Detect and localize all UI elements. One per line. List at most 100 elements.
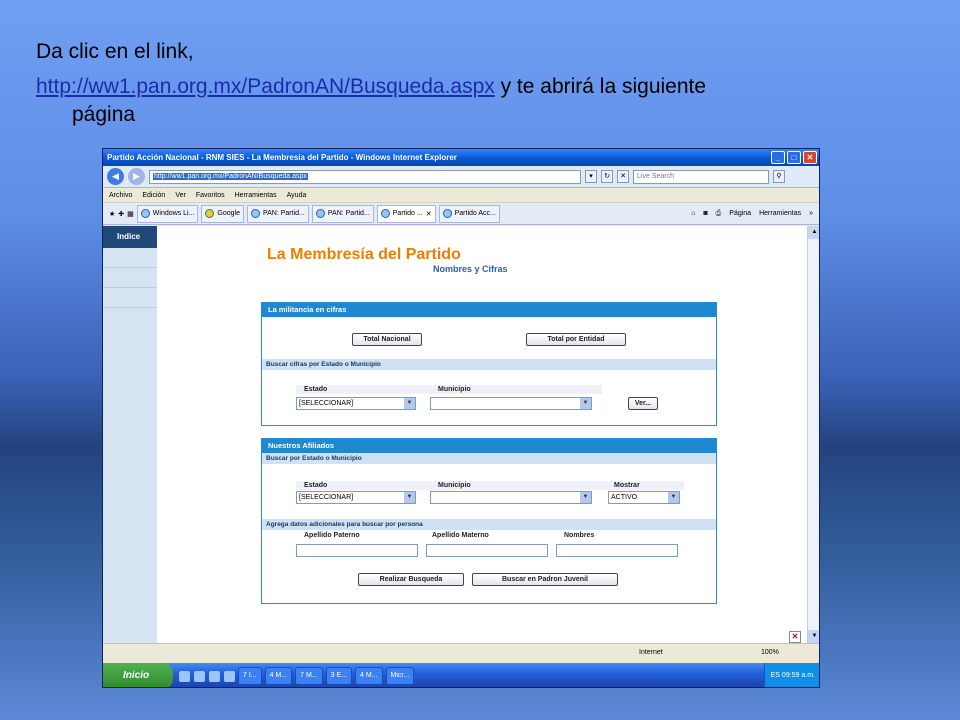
app-quicklaunch-icon[interactable] [209,670,220,682]
taskbar-item-word[interactable]: 7 M... [295,667,323,685]
live-search-input[interactable]: Live Search [633,169,769,184]
address-field[interactable]: http://ww1.pan.org.mx/PadronAN/Busqueda.… [149,169,581,184]
page-menu[interactable]: Página [729,210,751,217]
taskbar: Inicio 7 I... 4 M... 7 M... 3 E... 4 M..… [103,663,819,687]
site-page: La Membresía del Partido Nombres y Cifra… [157,226,807,643]
estado-label: Estado [304,482,328,489]
nombres-input[interactable] [556,544,678,557]
menu-herramientas[interactable]: Herramientas [235,192,277,199]
tab-label: Google [217,210,240,217]
ver-button[interactable]: Ver... [628,397,658,410]
print-icon[interactable]: ⎙ [716,210,722,218]
browser-screenshot: Partido Acción Nacional - RNM SIES - La … [102,148,820,688]
window-title: Partido Acción Nacional - RNM SIES - La … [107,153,457,162]
padron-link[interactable]: http://ww1.pan.org.mx/PadronAN/Busqueda.… [36,75,495,98]
total-nacional-button[interactable]: Total Nacional [352,333,422,346]
ie-quicklaunch-icon[interactable] [179,670,190,682]
municipio-label: Municipio [438,386,471,393]
panel-header: Nuestros Afiliados [262,439,716,453]
maximize-icon[interactable]: □ [787,151,801,164]
tools-menu[interactable]: Herramientas [759,210,801,217]
slide-text: Da clic en el link, http://ww1.pan.org.m… [36,38,936,128]
tab-label: Partido ... [392,210,423,217]
taskbar-item-explorer[interactable]: 3 E... [325,667,352,685]
zone-label: Internet [639,649,663,656]
panel-subheader-extra: Agrega datos adicionales para buscar por… [262,519,716,530]
panel-close-icon[interactable]: ✕ [789,631,801,643]
app-quicklaunch-icon[interactable] [194,670,205,682]
stop-icon[interactable]: ✕ [617,170,629,183]
menu-archivo[interactable]: Archivo [109,192,132,199]
zoom-level[interactable]: 100% [761,649,779,656]
tab-pan-1[interactable]: PAN: Partid... [246,204,309,223]
brand-subtitle: Nombres y Cifras [433,264,508,274]
taskbar-item-microsoft[interactable]: Micr... [385,667,415,685]
menu-edicion[interactable]: Edición [142,192,165,199]
buscar-juvenil-button[interactable]: Buscar en Padron Juvenil [472,573,618,586]
tab-close-icon[interactable]: ✕ [426,210,432,218]
status-bar: Internet 100% [103,643,819,663]
page-viewport: Indice La Membresía del Partido Nombres … [103,226,807,643]
favorites-star-icon[interactable]: ★ [109,210,115,218]
sidebar-indice[interactable]: Indice [103,226,157,248]
municipio-select[interactable]: ▼ [430,397,592,410]
mostrar-select[interactable]: ACTIVO ▼ [608,491,680,504]
home-icon[interactable]: ⌂ [691,210,695,217]
municipio-select[interactable]: ▼ [430,491,592,504]
search-icon[interactable]: ⚲ [773,170,785,183]
apellido-paterno-input[interactable] [296,544,418,557]
menu-ayuda[interactable]: Ayuda [287,192,307,199]
command-bar: ⌂ ◙ ⎙ Página Herramientas » [691,210,819,218]
refresh-icon[interactable]: ↻ [601,170,613,183]
clock: 09:59 a.m. [781,672,815,679]
realizar-busqueda-button[interactable]: Realizar Busqueda [358,573,464,586]
panel-header: La militancia en cifras [262,303,716,317]
tab-partido-accion[interactable]: Partido Acc... [438,204,500,223]
scroll-up-icon[interactable]: ▲ [808,226,819,239]
total-entidad-button[interactable]: Total por Entidad [526,333,626,346]
start-button[interactable]: Inicio [103,663,173,687]
ie-icon [315,209,325,218]
add-favorite-icon[interactable]: ✚ [118,210,124,218]
slide-after-link: y te abrirá la siguiente [494,75,707,99]
language-indicator[interactable]: ES [771,672,780,679]
taskbar-item-excel[interactable]: 4 M... [355,667,383,685]
tab-pan-2[interactable]: PAN: Partid... [311,204,374,223]
ie-icon [140,209,150,218]
apellido-materno-label: Apellido Materno [432,532,489,539]
menu-ver[interactable]: Ver [175,192,186,199]
menu-favoritos[interactable]: Favoritos [196,192,225,199]
window-titlebar: Partido Acción Nacional - RNM SIES - La … [103,149,819,166]
tab-label: PAN: Partid... [262,210,305,217]
chevron-more-icon[interactable]: » [809,210,813,217]
forward-icon[interactable]: ▶ [128,168,145,185]
site-sidebar: Indice [103,226,157,643]
ie-icon [250,209,260,218]
chevron-down-icon: ▼ [580,398,591,409]
estado-select[interactable]: [SELECCIONAR] ▼ [296,491,416,504]
slide-line-3: página [72,102,136,126]
estado-select[interactable]: [SELECCIONAR] ▼ [296,397,416,410]
minimize-icon[interactable]: _ [771,151,785,164]
chevron-down-icon: ▼ [580,492,591,503]
tab-google[interactable]: Google [201,204,244,223]
tab-windows-live[interactable]: Windows Li... [136,204,199,223]
chevron-down-icon: ▼ [404,398,415,409]
scroll-down-icon[interactable]: ▼ [808,630,819,643]
system-tray: ES 09:59 a.m. [763,663,819,687]
close-icon[interactable]: ✕ [803,151,817,164]
back-icon[interactable]: ◀ [107,168,124,185]
quick-launch [179,670,235,682]
address-dropdown-icon[interactable]: ▾ [585,170,597,183]
feeds-icon[interactable]: ◙ [703,210,707,217]
panel-afiliados: Nuestros Afiliados Buscar por Estado o M… [261,438,717,604]
quick-tabs-icon[interactable]: ▦ [127,210,134,218]
vertical-scrollbar[interactable]: ▲ ▼ [807,226,819,643]
taskbar-item-messenger[interactable]: 4 M... [264,667,293,685]
app-quicklaunch-icon[interactable] [224,670,235,682]
ie-icon [380,209,390,218]
taskbar-item-ie[interactable]: 7 I... [238,667,262,685]
panel-militancia: La militancia en cifras Total Nacional T… [261,302,717,426]
apellido-materno-input[interactable] [426,544,548,557]
tab-partido-active[interactable]: Partido ... ✕ [376,204,436,223]
